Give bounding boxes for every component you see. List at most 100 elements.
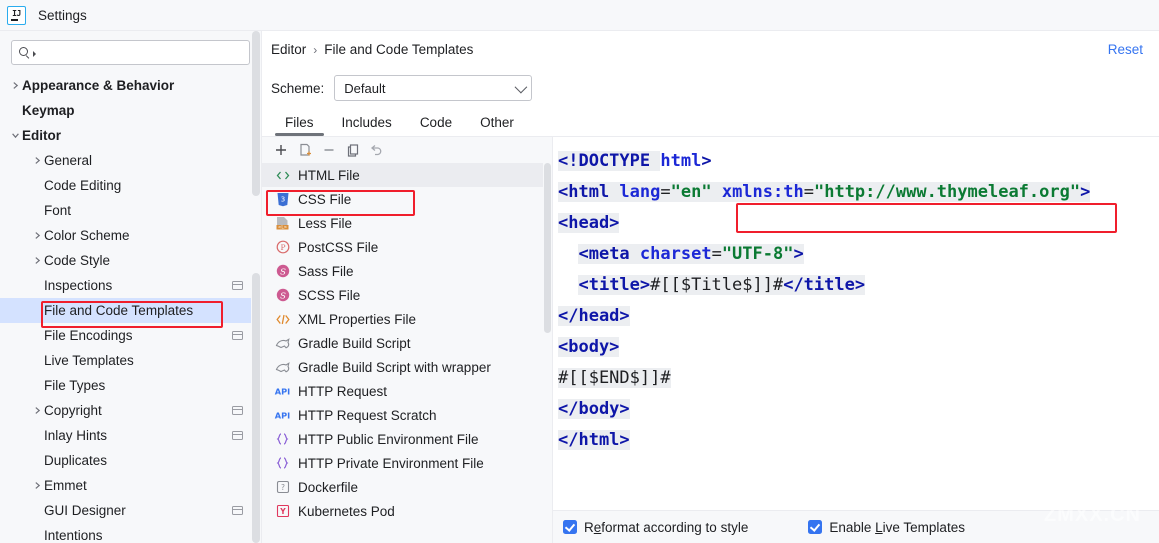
code-token: " (814, 182, 824, 202)
template-list-item[interactable]: HTML File (262, 163, 552, 187)
sidebar-item-code-style[interactable]: Code Style (0, 248, 261, 273)
svg-text:S: S (280, 291, 286, 301)
template-list-item[interactable]: <L>Less File (262, 211, 552, 235)
sidebar-item-live-templates[interactable]: Live Templates (0, 348, 261, 373)
sidebar-item-keymap[interactable]: Keymap (0, 98, 261, 123)
code-line[interactable]: #[[$END$]]# (553, 362, 1159, 393)
template-list-item[interactable]: Gradle Build Script with wrapper (262, 355, 552, 379)
template-list-item[interactable]: 3CSS File (262, 187, 552, 211)
code-token: = (712, 244, 722, 264)
template-list-scrollbar-track[interactable] (543, 163, 552, 543)
tab-includes[interactable]: Includes (328, 108, 406, 136)
template-list-item-label: XML Properties File (298, 312, 416, 327)
checkbox-checked-icon[interactable] (563, 520, 577, 534)
sidebar-item-inspections[interactable]: Inspections (0, 273, 261, 298)
template-list-item[interactable]: APIHTTP Request Scratch (262, 403, 552, 427)
template-code-editor[interactable]: <!DOCTYPE html><html lang="en" xmlns:th=… (553, 137, 1159, 510)
sidebar-item-gui-designer[interactable]: GUI Designer (0, 498, 261, 523)
code-line[interactable]: <html lang="en" xmlns:th="http://www.thy… (553, 176, 1159, 207)
sidebar-item-inlay-hints[interactable]: Inlay Hints (0, 423, 261, 448)
code-line[interactable]: <!DOCTYPE html> (553, 145, 1159, 176)
settings-detail-panel: Editor › File and Code Templates Reset S… (262, 31, 1159, 543)
chevron-right-icon[interactable] (30, 156, 44, 165)
add-button[interactable] (270, 139, 292, 161)
sidebar-item-copyright[interactable]: Copyright (0, 398, 261, 423)
template-list-item[interactable]: SSCSS File (262, 283, 552, 307)
template-list-item[interactable]: Gradle Build Script (262, 331, 552, 355)
template-list-item[interactable]: YKubernetes Pod (262, 499, 552, 523)
template-list-item[interactable]: API HTTP Request (262, 379, 552, 403)
template-list-pane: HTML File3CSS File<L>Less File P PostCSS F… (262, 137, 553, 543)
tab-files[interactable]: Files (271, 108, 328, 136)
code-line[interactable]: <head> (553, 207, 1159, 238)
sidebar-item-font[interactable]: Font (0, 198, 261, 223)
sidebar-item-color-scheme[interactable]: Color Scheme (0, 223, 261, 248)
sidebar-item-editor[interactable]: Editor (0, 123, 261, 148)
code-token (558, 244, 578, 264)
code-line[interactable]: </body> (553, 393, 1159, 424)
remove-button[interactable] (318, 139, 340, 161)
code-line[interactable]: <title>#[[$Title$]]#</title> (553, 269, 1159, 300)
sidebar-item-duplicates[interactable]: Duplicates (0, 448, 261, 473)
template-list-item[interactable]: P PostCSS File (262, 235, 552, 259)
sidebar-item-intentions[interactable]: Intentions (0, 523, 261, 543)
search-box[interactable] (11, 40, 250, 65)
template-list-item[interactable]: SSass File (262, 259, 552, 283)
svg-text:<L>: <L> (278, 224, 288, 229)
reset-to-default-button[interactable] (366, 139, 388, 161)
code-token: "en" (671, 182, 712, 202)
settings-tree[interactable]: Appearance & BehaviorKeymapEditorGeneral… (0, 71, 261, 543)
code-token (558, 275, 578, 295)
svg-text:P: P (280, 243, 285, 252)
template-list[interactable]: HTML File3CSS File<L>Less File P PostCSS F… (262, 163, 552, 543)
template-list-item[interactable]: XML Properties File (262, 307, 552, 331)
copy-template-button[interactable] (294, 139, 316, 161)
sidebar-item-general[interactable]: General (0, 148, 261, 173)
template-list-item[interactable]: ?Dockerfile (262, 475, 552, 499)
code-line[interactable]: <meta charset="UTF-8"> (553, 238, 1159, 269)
angle-brackets-icon (274, 167, 291, 183)
sidebar-item-code-editing[interactable]: Code Editing (0, 173, 261, 198)
code-line[interactable]: </head> (553, 300, 1159, 331)
template-tabs[interactable]: FilesIncludesCodeOther (262, 108, 1159, 137)
sidebar-item-file-encodings[interactable]: File Encodings (0, 323, 261, 348)
template-list-item[interactable]: HTTP Public Environment File (262, 427, 552, 451)
enable-live-templates-checkbox[interactable]: Enable Live Templates (808, 520, 965, 535)
template-list-item[interactable]: HTTP Private Environment File (262, 451, 552, 475)
reset-link[interactable]: Reset (1108, 42, 1143, 57)
template-list-item-label: PostCSS File (298, 240, 378, 255)
template-list-item-label: HTTP Request (298, 384, 387, 399)
tab-code[interactable]: Code (406, 108, 466, 136)
project-level-settings-icon (232, 506, 243, 515)
code-token: xmlns:th (722, 182, 804, 202)
chevron-right-icon[interactable] (30, 231, 44, 240)
sidebar-scrollbar-thumb-lower[interactable] (252, 273, 260, 543)
duplicate-icon[interactable] (342, 139, 364, 161)
template-toolbar[interactable] (262, 137, 552, 163)
chevron-right-icon[interactable] (30, 256, 44, 265)
sidebar-scrollbar-thumb[interactable] (252, 31, 260, 196)
sidebar-item-appearance-behavior[interactable]: Appearance & Behavior (0, 73, 261, 98)
tab-other[interactable]: Other (466, 108, 528, 136)
breadcrumb-part-editor[interactable]: Editor (271, 42, 306, 57)
template-list-scrollbar-thumb[interactable] (544, 163, 551, 333)
breadcrumb-separator-icon: › (313, 43, 317, 57)
chevron-right-icon[interactable] (8, 81, 22, 90)
code-line[interactable]: </html> (553, 424, 1159, 455)
scheme-select[interactable]: Default (334, 75, 532, 101)
sidebar-item-emmet[interactable]: Emmet (0, 473, 261, 498)
api-icon: API (274, 383, 291, 399)
chevron-right-icon[interactable] (30, 406, 44, 415)
code-line[interactable]: <body> (553, 331, 1159, 362)
chevron-down-icon[interactable] (8, 131, 22, 140)
chevron-right-icon[interactable] (30, 481, 44, 490)
reformat-according-to-style-checkbox[interactable]: Reformat according to style (563, 520, 748, 535)
window-titlebar: IJ Settings (0, 0, 1159, 31)
project-level-settings-icon (232, 331, 243, 340)
checkbox-checked-icon[interactable] (808, 520, 822, 534)
breadcrumb-part-file-and-code-templates: File and Code Templates (324, 42, 473, 57)
sidebar-item-file-types[interactable]: File Types (0, 373, 261, 398)
sidebar-item-file-and-code-templates[interactable]: File and Code Templates (0, 298, 261, 323)
search-input[interactable] (36, 45, 243, 61)
sidebar-scrollbar-track[interactable] (251, 31, 261, 543)
